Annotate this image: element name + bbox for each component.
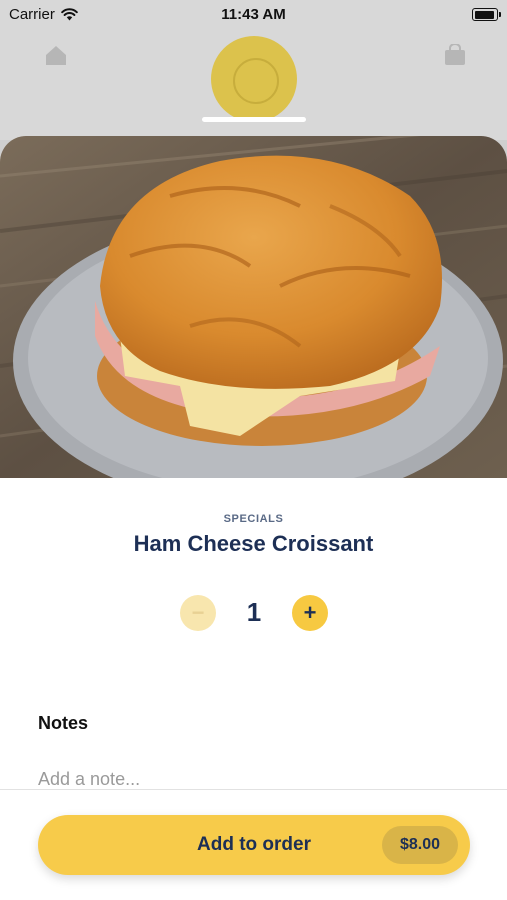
footer-divider	[0, 789, 507, 790]
item-detail-sheet: SPECIALS Ham Cheese Croissant − 1 + Note…	[0, 136, 507, 900]
item-category: SPECIALS	[223, 513, 284, 525]
quantity-value: 1	[246, 597, 262, 627]
background-logo-inner	[233, 58, 279, 104]
battery-icon	[472, 8, 501, 21]
quantity-stepper: − 1 +	[180, 595, 328, 633]
sheet-grabber[interactable]	[202, 117, 306, 122]
increase-quantity-button[interactable]: +	[292, 595, 328, 631]
status-time: 11:43 AM	[221, 6, 286, 23]
item-photo	[0, 136, 507, 478]
notes-label: Notes	[38, 713, 89, 733]
bag-icon	[445, 44, 465, 65]
battery-fill	[474, 10, 494, 19]
background-app-header	[0, 30, 507, 140]
decrease-quantity-button[interactable]: −	[180, 595, 216, 631]
add-to-order-button[interactable]: Add to order $8.00	[38, 815, 470, 875]
price-badge: $8.00	[382, 826, 458, 864]
item-title: Ham Cheese Croissant	[133, 531, 374, 556]
minus-icon: −	[191, 600, 205, 625]
status-bar: Carrier 11:43 AM	[0, 0, 507, 30]
background-logo	[211, 36, 297, 122]
croissant-sandwich-photo	[0, 136, 507, 478]
plus-icon: +	[303, 600, 317, 625]
home-icon	[46, 46, 66, 65]
